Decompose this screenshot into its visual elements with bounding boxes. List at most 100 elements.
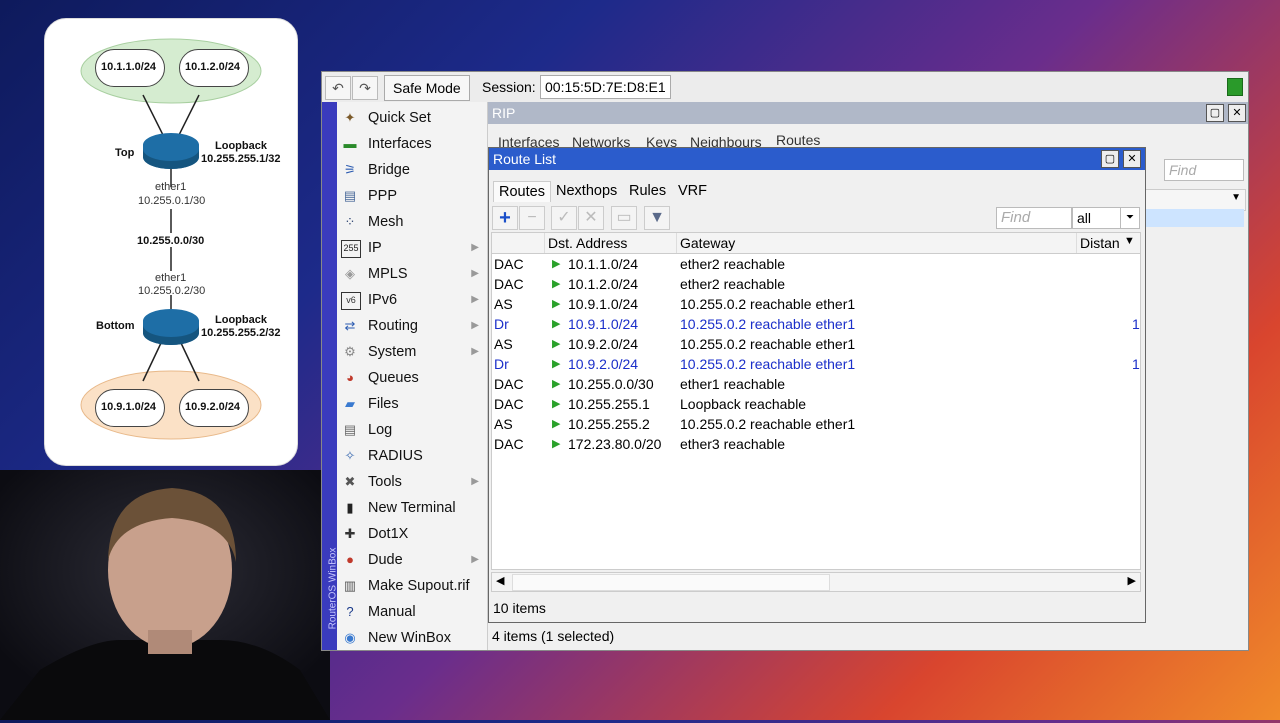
sidebar-item-new-terminal[interactable]: ▮ New Terminal [337,495,487,521]
undo-icon[interactable]: ↶ [325,76,351,100]
sidebar-item-label: Routing [368,318,418,334]
terminal-icon: ▮ [346,500,354,515]
horizontal-scrollbar[interactable]: ◀ ▶ [491,572,1141,592]
rip-column-dropdown[interactable]: ▼ [1144,189,1246,211]
sidebar-item-log[interactable]: ▤ Log [337,417,487,443]
sidebar-item-ip[interactable]: 255 IP ▶ [337,235,487,261]
rip-status: 4 items (1 selected) [492,628,615,644]
tab-vrf[interactable]: VRF [673,181,712,201]
sidebar-item-interfaces[interactable]: ▬ Interfaces [337,131,487,157]
sidebar-item-dot1x[interactable]: ✚ Dot1X [337,521,487,547]
cloud-label: 10.9.1.0/24 [101,401,157,413]
active-route-icon: ▶ [552,258,561,270]
cell-dst: 10.255.0.0/30 [568,376,654,392]
table-row[interactable]: AS ▶ 10.9.2.0/24 10.255.0.2 reachable ether… [492,334,1140,354]
interfaces-icon: ▬ [343,136,357,151]
sidebar-item-system[interactable]: ⚙ System ▶ [337,339,487,365]
enable-icon[interactable]: ✓ [551,206,577,230]
cell-dst: 10.9.2.0/24 [568,336,639,352]
sidebar-item-files[interactable]: ▰ Files [337,391,487,417]
cell-flags: DAC [494,376,524,392]
active-route-icon: ▶ [552,318,561,330]
sidebar-item-dude[interactable]: ● Dude ▶ [337,547,487,573]
sidebar-item-radius[interactable]: ✧ RADIUS [337,443,487,469]
cell-gateway: Loopback reachable [680,396,807,412]
scrollbar-thumb[interactable] [512,574,830,591]
rip-tab-routes[interactable]: Routes [776,132,820,148]
dude-icon: ● [346,552,354,567]
sidebar-item-routing[interactable]: ⇄ Routing ▶ [337,313,487,339]
sidebar-item-label: Mesh [368,214,404,230]
bottom-loopback-ip: 10.255.255.2/32 [201,327,281,339]
manual-icon: ? [346,604,354,619]
network-diagram: 10.1.1.0/24 10.1.2.0/24 Top Loopback 10.… [44,18,298,466]
add-icon[interactable]: + [492,206,518,230]
route-filter-select[interactable]: all ⏷ [1072,207,1140,229]
table-row[interactable]: DAC ▶ 172.23.80.0/20 ether3 reachable [492,434,1140,454]
sidebar-item-label: Log [368,422,393,438]
active-route-icon: ▶ [552,338,561,350]
active-route-icon: ▶ [552,298,561,310]
route-list-window: Route List ▢ ✕ Routes Nexthops Rules VRF… [488,147,1146,623]
sidebar-item-tools[interactable]: ✖ Tools ▶ [337,469,487,495]
close-icon[interactable]: ✕ [1228,104,1246,122]
rip-selected-row[interactable] [1144,209,1244,227]
col-dst-address[interactable]: Dst. Address [544,233,676,253]
sidebar-item-ppp[interactable]: ▤ PPP [337,183,487,209]
sidebar-item-mpls[interactable]: ◈ MPLS ▶ [337,261,487,287]
maximize-icon[interactable]: ▢ [1206,104,1224,122]
cell-dst: 10.1.1.0/24 [568,256,639,272]
submenu-arrow-icon: ▶ [471,320,479,331]
redo-icon[interactable]: ↷ [352,76,378,100]
sidebar-item-mesh[interactable]: ⁘ Mesh [337,209,487,235]
scroll-left-icon[interactable]: ◀ [496,574,504,587]
table-row[interactable]: Dr ▶ 10.9.2.0/24 10.255.0.2 reachable ether… [492,354,1140,374]
sidebar-item-quick-set[interactable]: ✦ Quick Set [337,105,487,131]
top-loopback-label: Loopback [215,140,267,152]
active-route-icon: ▶ [552,438,561,450]
table-row[interactable]: DAC ▶ 10.255.255.1 Loopback reachable [492,394,1140,414]
gear-icon: ⚙ [344,344,356,359]
tab-routes[interactable]: Routes [493,181,551,202]
col-flags[interactable] [492,233,545,253]
cell-flags: DAC [494,256,524,272]
cloud-label: 10.1.2.0/24 [185,61,241,73]
top-iface: ether1 [155,181,187,193]
filter-icon[interactable]: ▼ [644,206,670,230]
route-find-input[interactable]: Find [996,207,1072,229]
bottom-loopback-label: Loopback [215,314,267,326]
chevron-down-icon[interactable]: ▼ [1124,235,1135,247]
table-row[interactable]: AS ▶ 10.9.1.0/24 10.255.0.2 reachable ether… [492,294,1140,314]
maximize-icon[interactable]: ▢ [1101,150,1119,168]
sidebar-item-label: MPLS [368,266,408,282]
table-row[interactable]: Dr ▶ 10.9.1.0/24 10.255.0.2 reachable ether… [492,314,1140,334]
cell-dst: 172.23.80.0/20 [568,436,662,452]
cell-flags: AS [494,336,513,352]
col-gateway[interactable]: Gateway [676,233,1076,253]
sidebar-item-label: Interfaces [368,136,432,152]
tab-rules[interactable]: Rules [624,181,671,201]
comment-icon[interactable]: ▭ [611,206,637,230]
tab-nexthops[interactable]: Nexthops [551,181,622,201]
table-row[interactable]: DAC ▶ 10.1.1.0/24 ether2 reachable [492,254,1140,274]
table-row[interactable]: DAC ▶ 10.255.0.0/30 ether1 reachable [492,374,1140,394]
sidebar-item-label: Manual [368,604,416,620]
sidebar-item-queues[interactable]: ◕ Queues [337,365,487,391]
cell-dst: 10.9.1.0/24 [568,316,639,332]
close-icon[interactable]: ✕ [1123,150,1141,168]
sidebar-item-manual[interactable]: ? Manual [337,599,487,625]
sidebar-item-ipv6[interactable]: v6 IPv6 ▶ [337,287,487,313]
cell-dst: 10.255.255.2 [568,416,650,432]
table-row[interactable]: DAC ▶ 10.1.2.0/24 ether2 reachable [492,274,1140,294]
remove-icon[interactable]: − [519,206,545,230]
chevron-down-icon: ▼ [1231,192,1241,203]
rip-find-input[interactable]: Find [1164,159,1244,181]
safe-mode-button[interactable]: Safe Mode [384,75,470,101]
sidebar-item-make-supout-rif[interactable]: ▥ Make Supout.rif [337,573,487,599]
log-icon: ▤ [343,422,357,437]
disable-icon[interactable]: ✕ [578,206,604,230]
sidebar-item-bridge[interactable]: ⚞ Bridge [337,157,487,183]
sidebar-item-new-winbox[interactable]: ◉ New WinBox [337,625,487,651]
scroll-right-icon[interactable]: ▶ [1128,574,1136,587]
table-row[interactable]: AS ▶ 10.255.255.2 10.255.0.2 reachable ethe… [492,414,1140,434]
